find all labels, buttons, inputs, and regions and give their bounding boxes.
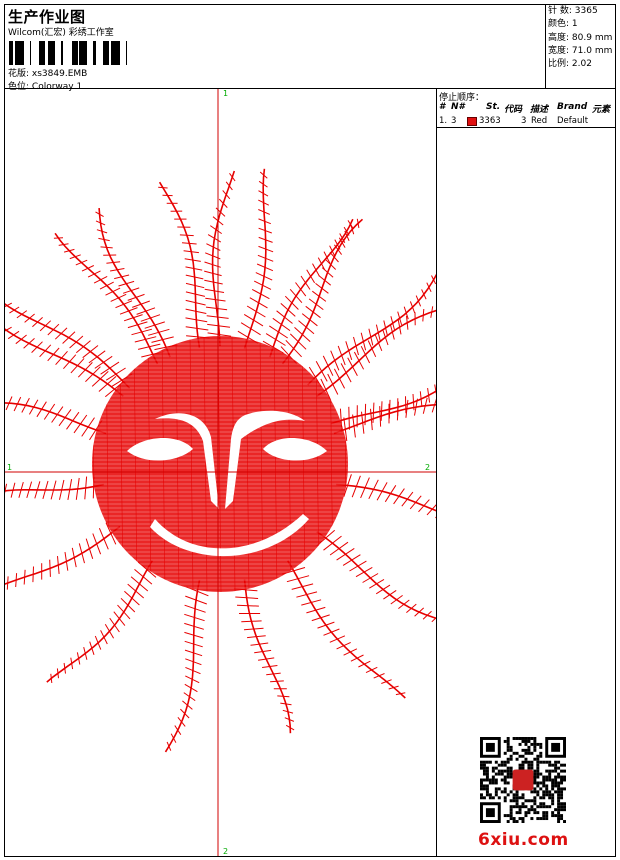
watermark-logo: 6xiu.com [478,830,569,850]
axis-label-top: 1 [223,89,229,98]
axis-label-left: 1 [7,463,13,472]
design-label: 花版: [8,69,30,79]
barcode [9,41,127,65]
stat-stitches: 针 数: 3365 [548,6,598,16]
axis-label-right: 2 [425,463,431,472]
header-panel: 生产作业图 Wilcom(汇宏) 彩绣工作室 花版: xs3849.EMB 色位… [5,5,545,92]
design-value: xs3849.EMB [31,69,88,79]
stat-scale: 比例: 2.02 [548,59,592,70]
page-title: 生产作业图 [8,8,86,26]
stat-height: 高度: 80.9 mm [548,32,613,43]
stat-width: 宽度: 71.0 mm [548,45,613,56]
axis-label-bottom: 2 [223,847,229,856]
panel-divider [436,88,437,857]
stop-table-header: # N# St. 代码 描述 Brand 元素 [439,102,611,115]
studio-name: Wilcom(汇宏) 彩绣工作室 [8,28,114,38]
stats-panel: 针 数: 3365 颜色: 1 高度: 80.9 mm 宽度: 71.0 mm … [548,5,612,71]
stop-table-rule [436,127,616,128]
stat-colors: 颜色: 1 [548,19,578,30]
design-line: 花版: xs3849.EMB [8,66,87,79]
qr-code [480,737,566,823]
color-swatch [467,117,477,126]
sun-embroidery-image [0,89,518,856]
design-canvas: 1 2 1 2 [0,89,518,856]
header-divider [545,4,546,88]
